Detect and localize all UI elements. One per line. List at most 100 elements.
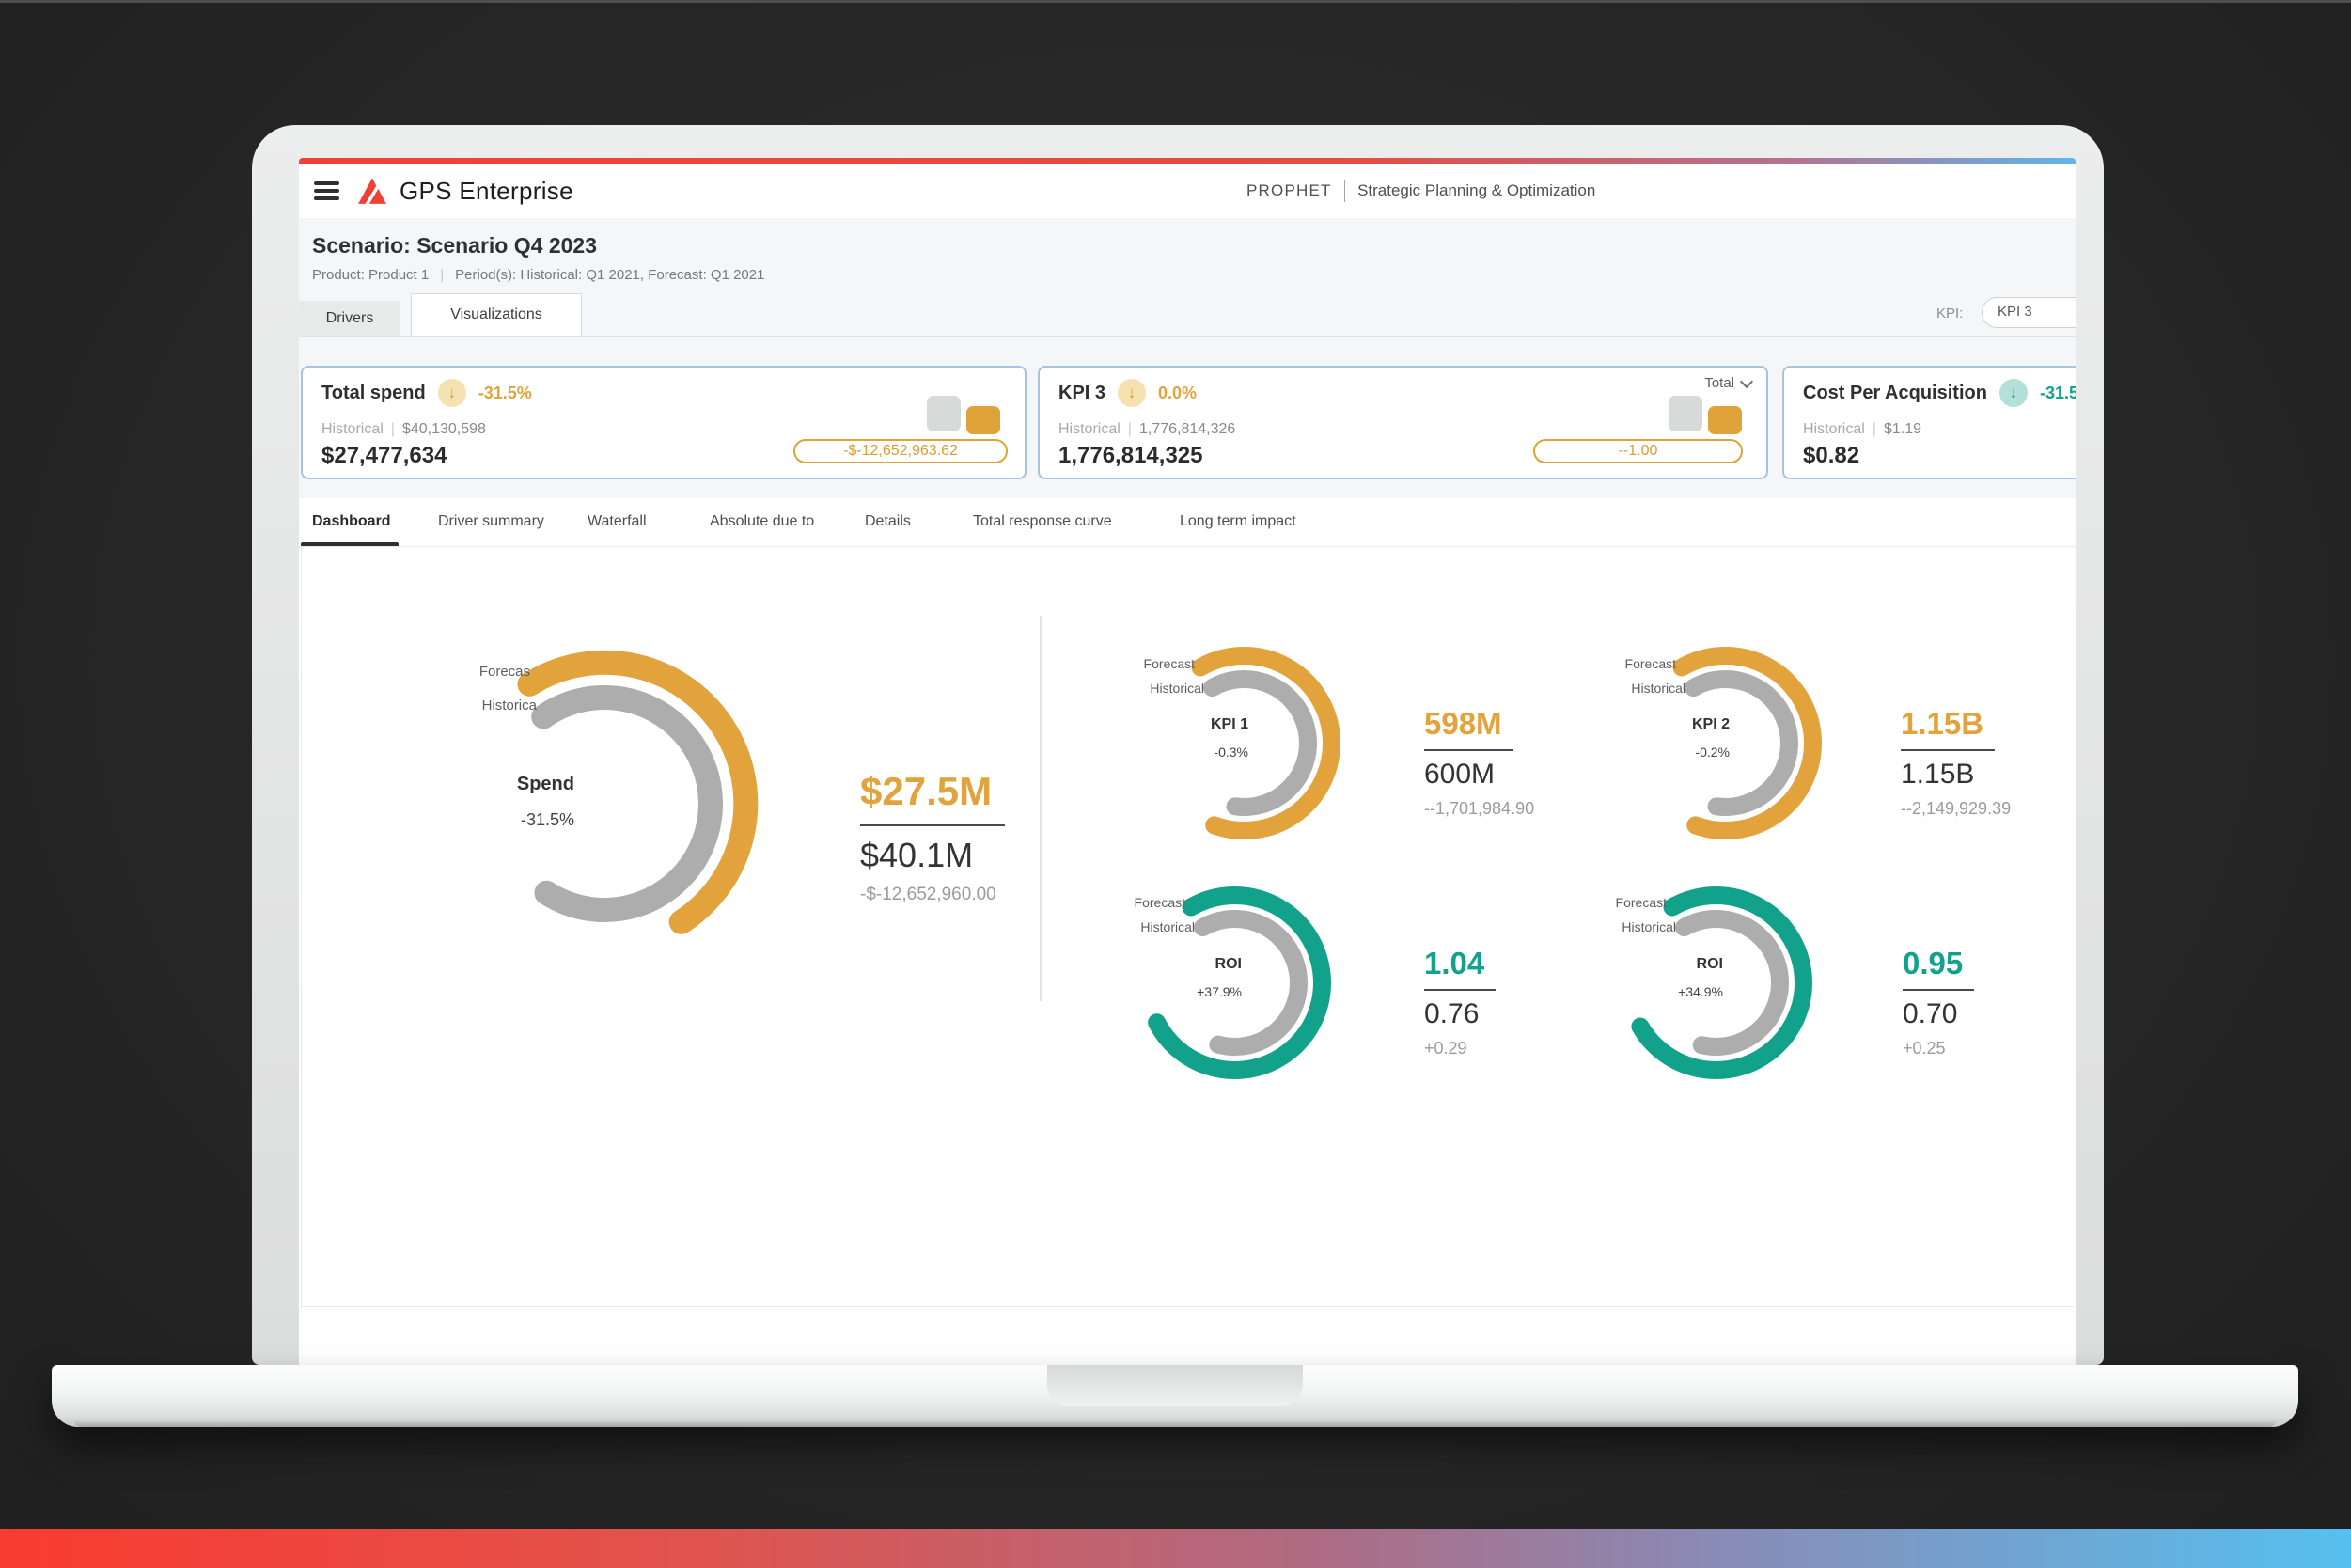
subtab-details[interactable]: Details xyxy=(865,513,911,530)
roi1-values: 1.04 0.76 +0.29 xyxy=(1424,946,1496,1058)
card-delta: -31.5% xyxy=(478,384,532,403)
dashboard-panel: Forecas Historica Spend -31.5% $27.5M $4… xyxy=(301,547,2075,1307)
card-header: Total spend ↓ -31.5% xyxy=(321,379,532,407)
roi2-gauge-delta: +34.9% xyxy=(1582,984,1723,999)
forecast-value: 1,776,814,325 xyxy=(1058,443,1202,469)
roi2-values: 0.95 0.70 +0.25 xyxy=(1903,946,1974,1058)
kpi2-gauge-center: KPI 2 -0.2% xyxy=(1589,716,1730,760)
laptop-base xyxy=(52,1365,2298,1427)
menu-button[interactable] xyxy=(314,178,339,205)
top-hairline xyxy=(0,0,2351,3)
product-brand-block: PROPHET Strategic Planning & Optimizatio… xyxy=(1246,164,1595,218)
subtab-total-response-curve[interactable]: Total response curve xyxy=(973,513,1112,530)
roi2-forecast-value: 0.95 xyxy=(1903,946,1974,991)
subtab-long-term-impact[interactable]: Long term impact xyxy=(1180,513,1296,530)
scenario-divider: | xyxy=(440,267,444,283)
subtab-driver-summary[interactable]: Driver summary xyxy=(438,513,544,530)
scenario-subtitle: Product: Product 1 | Period(s): Historic… xyxy=(312,267,764,283)
chevron-down-icon xyxy=(1740,374,1753,387)
card-title: KPI 3 xyxy=(1058,383,1105,404)
brand-logo-icon xyxy=(356,177,388,205)
spend-historical-label: Historica xyxy=(424,698,537,713)
down-arrow-icon: ↓ xyxy=(438,379,466,407)
spend-historical-value: $40.1M xyxy=(860,836,1005,875)
roi1-gauge-name: ROI xyxy=(1101,956,1242,973)
roi2-historical-value: 0.70 xyxy=(1903,998,1974,1030)
roi2-forecast-label: Forecast xyxy=(1554,895,1667,910)
kpi-card-total-spend: Total spend ↓ -31.5% Historical | $40,13… xyxy=(301,366,1027,479)
roi1-historical-value: 0.76 xyxy=(1424,998,1496,1030)
kpi1-gauge-center: KPI 1 -0.3% xyxy=(1107,716,1248,760)
brand-tagline: Strategic Planning & Optimization xyxy=(1357,181,1595,200)
subtab-dashboard[interactable]: Dashboard xyxy=(312,513,391,530)
kpi1-gauge-name: KPI 1 xyxy=(1107,716,1248,733)
roi1-gauge-center: ROI +37.9% xyxy=(1101,956,1242,999)
kpi1-gauge-delta: -0.3% xyxy=(1107,745,1248,760)
roi1-historical-label: Historical xyxy=(1082,919,1195,934)
kpi1-forecast-label: Forecast xyxy=(1082,656,1195,671)
roi1-gauge-delta: +37.9% xyxy=(1101,984,1242,999)
spend-difference-value: -$-12,652,960.00 xyxy=(860,885,1005,905)
card-header: Cost Per Acquisition ↓ -31.5% xyxy=(1803,379,2076,407)
roi2-difference-value: +0.25 xyxy=(1903,1039,1974,1058)
spend-forecast-value: $27.5M xyxy=(860,769,1005,826)
spend-values: $27.5M $40.1M -$-12,652,960.00 xyxy=(860,769,1005,905)
spend-gauge-name: Spend xyxy=(433,774,574,795)
historical-line: Historical | $40,130,598 xyxy=(321,421,486,438)
kpi2-historical-label: Historical xyxy=(1573,681,1685,696)
spend-gauge-center: Spend -31.5% xyxy=(433,774,574,830)
header-divider xyxy=(1344,180,1346,202)
subtab-absolute-due-to[interactable]: Absolute due to xyxy=(710,513,814,530)
laptop-base-notch xyxy=(1047,1365,1303,1406)
kpi2-gauge-delta: -0.2% xyxy=(1589,745,1730,760)
roi1-forecast-label: Forecast xyxy=(1073,895,1185,910)
difference-pill: -$-12,652,963.62 xyxy=(793,439,1008,463)
roi1-forecast-value: 1.04 xyxy=(1424,946,1496,991)
page-background: GPS Enterprise PROPHET Strategic Plannin… xyxy=(0,0,2351,1568)
scenario-section: Scenario: Scenario Q4 2023 Product: Prod… xyxy=(299,218,2076,498)
hamburger-icon xyxy=(314,181,339,185)
laptop-screen: GPS Enterprise PROPHET Strategic Plannin… xyxy=(252,125,2104,1365)
brand-gradient-strip xyxy=(0,1529,2351,1568)
roi1-difference-value: +0.29 xyxy=(1424,1039,1496,1058)
kpi2-historical-value: 1.15B xyxy=(1901,759,2011,791)
brand-name: PROPHET xyxy=(1246,181,1332,200)
kpi2-values: 1.15B 1.15B --2,149,929.39 xyxy=(1901,706,2011,819)
mini-bar-historical xyxy=(927,396,961,431)
scenario-periods: Period(s): Historical: Q1 2021, Forecast… xyxy=(455,267,764,283)
spend-gauge-delta: -31.5% xyxy=(433,810,574,830)
kpi1-historical-label: Historical xyxy=(1091,681,1204,696)
app-title: GPS Enterprise xyxy=(400,177,573,206)
card-delta: -31.5% xyxy=(2040,384,2076,403)
kpi2-forecast-label: Forecast xyxy=(1563,656,1676,671)
card-title: Total spend xyxy=(321,383,426,404)
kpi-selector[interactable]: KPI 3 xyxy=(1982,297,2076,328)
mini-bar-forecast xyxy=(966,406,1000,434)
spend-forecast-label: Forecas xyxy=(417,664,530,680)
kpi1-difference-value: --1,701,984.90 xyxy=(1424,799,1534,819)
mini-bar-historical xyxy=(1669,396,1702,431)
kpi1-historical-value: 600M xyxy=(1424,759,1534,791)
mini-bar-forecast xyxy=(1708,406,1742,434)
roi2-gauge-name: ROI xyxy=(1582,956,1723,973)
tab-visualizations[interactable]: Visualizations xyxy=(411,293,582,336)
down-arrow-icon: ↓ xyxy=(1999,379,2028,407)
roi2-historical-label: Historical xyxy=(1563,919,1676,934)
kpi-card-cost-per-acquisition: Cost Per Acquisition ↓ -31.5% Historical… xyxy=(1782,366,2076,479)
forecast-value: $27,477,634 xyxy=(321,443,447,469)
tab-drivers[interactable]: Drivers xyxy=(299,301,400,336)
kpi-card-kpi3: KPI 3 ↓ 0.0% Total Historical | 1,776,81… xyxy=(1038,366,1768,479)
historical-line: Historical | 1,776,814,326 xyxy=(1058,421,1235,438)
aggregation-dropdown[interactable]: Total xyxy=(1704,375,1751,391)
app-window: GPS Enterprise PROPHET Strategic Plannin… xyxy=(299,158,2076,1365)
kpi2-gauge-name: KPI 2 xyxy=(1589,716,1730,733)
roi2-gauge-center: ROI +34.9% xyxy=(1582,956,1723,999)
card-header: KPI 3 ↓ 0.0% xyxy=(1058,379,1197,407)
scenario-product: Product: Product 1 xyxy=(312,267,429,283)
app-header: GPS Enterprise PROPHET Strategic Plannin… xyxy=(299,164,2076,219)
subtab-waterfall[interactable]: Waterfall xyxy=(588,513,647,530)
kpi2-difference-value: --2,149,929.39 xyxy=(1901,799,2011,819)
historical-line: Historical | $1.19 xyxy=(1803,421,1921,438)
section-divider xyxy=(1040,616,1042,1001)
forecast-value: $0.82 xyxy=(1803,443,1859,469)
